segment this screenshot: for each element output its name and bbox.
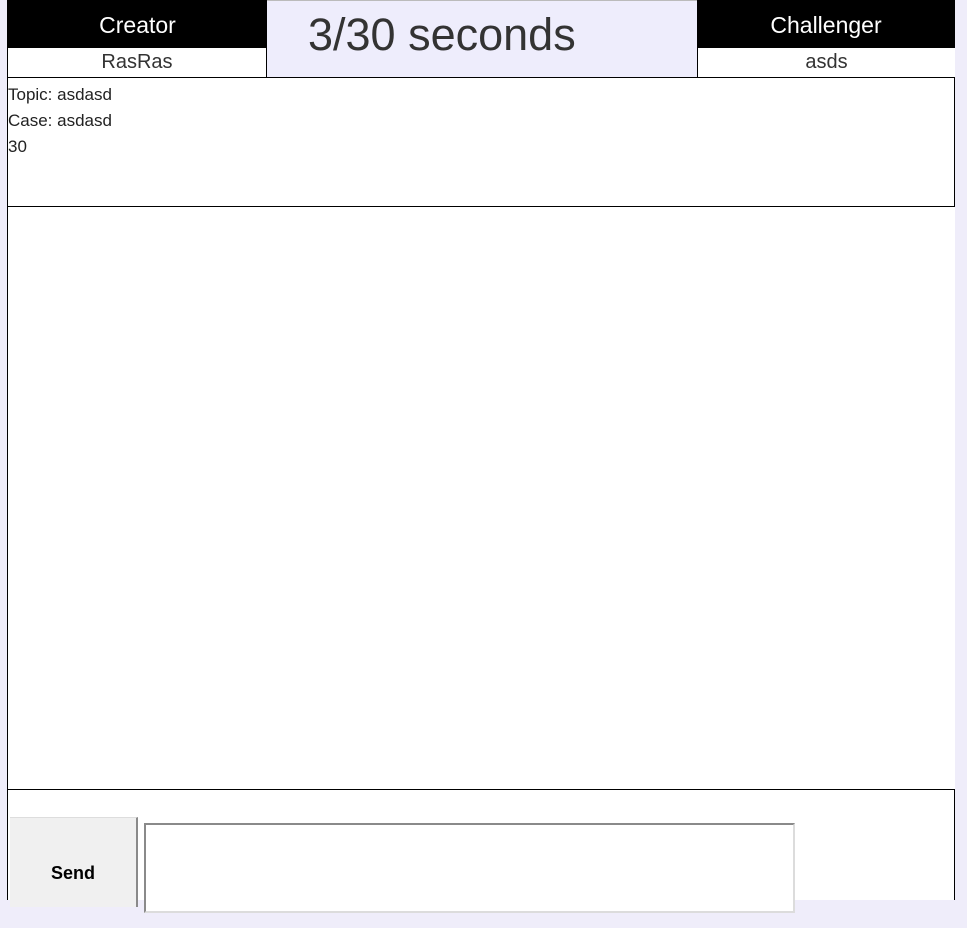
- creator-role-label: Creator: [8, 0, 267, 48]
- message-composer: Send: [8, 790, 955, 913]
- creator-name: RasRas: [8, 48, 267, 78]
- chat-log[interactable]: [8, 207, 955, 790]
- duration-value: 30: [8, 137, 27, 156]
- challenger-panel: Challenger asds: [697, 0, 955, 78]
- challenger-name: asds: [697, 48, 955, 78]
- creator-panel: Creator RasRas: [8, 0, 267, 78]
- topic-text: Topic: asdasd: [8, 85, 112, 104]
- timer-panel: 3/30 seconds: [267, 0, 697, 78]
- challenger-role-label: Challenger: [697, 0, 955, 48]
- case-text: Case: asdasd: [8, 111, 112, 130]
- debate-info: Topic: asdasd Case: asdasd 30: [8, 78, 955, 207]
- timer-text: 3/30 seconds: [308, 9, 576, 60]
- send-button[interactable]: Send: [10, 817, 138, 907]
- debate-room: Creator RasRas 3/30 seconds Challenger a…: [7, 0, 955, 913]
